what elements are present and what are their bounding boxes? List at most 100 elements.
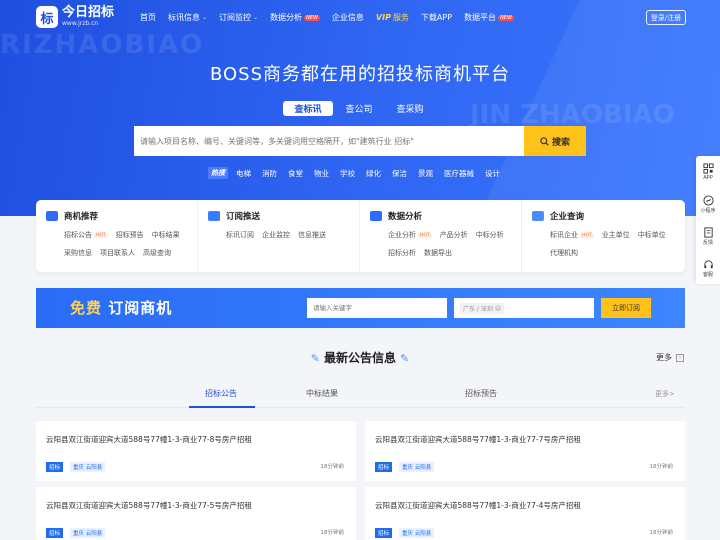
sidebar-item-customer-service[interactable]: 客服 [696,252,720,284]
sidebar-label: APP [703,175,713,181]
category-data-analysis: 数据分析 企业分析 HOT 产品分析 中标分析 招标分析 数据导出 [360,200,522,272]
type-tag: 招标 [46,528,64,538]
search-input[interactable] [134,126,524,156]
banner-title: 免费 订阅商机 [70,297,172,318]
cat-link[interactable]: 招标分析 [388,248,416,258]
cat-link[interactable]: 代理机构 [550,248,578,258]
tab-search-procurement[interactable]: 查采购 [385,101,435,116]
hot-word[interactable]: 景观 [418,168,433,179]
nav-subscribe-monitor[interactable]: 订阅监控 ⌄ [219,12,258,23]
hot-word[interactable]: 消防 [262,168,277,179]
nav-label: 标讯信息 [168,13,200,22]
cat-link[interactable]: 标讯订阅 [226,230,254,240]
tab-award-results[interactable]: 中标结果 [306,388,338,399]
hot-word[interactable]: 保洁 [392,168,407,179]
logo[interactable]: 标 今日招标 www.jrzb.cn [36,6,114,28]
region-select[interactable]: 广东 / 深圳 × [454,298,594,318]
sidebar-item-feedback[interactable]: 反馈 [696,220,720,252]
cat-link[interactable]: 项目联系人 [100,248,135,258]
cat-link[interactable]: 招标公告 HOT [64,230,108,240]
region-tag: 重庆 云阳县 [399,528,435,538]
hero-slogan: BOSS商务都在用的招投标商机平台 [209,64,511,85]
cat-link[interactable]: 企业分析 HOT [388,230,432,240]
category-title: 数据分析 [388,212,423,222]
list-item[interactable]: 云阳县双江街道迎宾大道588号77幢1-3-商业77-8号房产招租 招标 重庆 … [36,421,356,481]
tab-search-tenders[interactable]: 查标讯 [283,101,333,116]
main-nav: 首页 标讯信息 ⌄ 订阅监控 ⌄ 数据分析 NEW 企业信息 VIP 服务 下载APP … [140,12,526,23]
cat-link[interactable]: 采购信息 [64,248,92,258]
brand-name: 今日招标 [62,5,115,20]
timestamp: 18分钟前 [649,464,674,470]
cat-link[interactable]: 中标结果 [152,230,180,240]
subscribe-banner: 免费 订阅商机 广东 / 深圳 × 立即订阅 [36,288,685,328]
hot-word[interactable]: 食堂 [288,168,303,179]
nav-home[interactable]: 首页 [140,12,156,23]
announcement-title[interactable]: 云阳县双江街道迎宾大道588号77幢1-3-商业77-8号房产招租 [46,434,252,445]
list-item[interactable]: 云阳县双江街道迎宾大道588号77幢1-3-商业77-4号房产招租 招标 重庆 … [365,487,685,540]
hot-word[interactable]: 电梯 [236,168,251,179]
hot-badge: HOT [580,232,594,238]
hot-word[interactable]: 学校 [340,168,355,179]
category-header[interactable]: 数据分析 [370,210,521,222]
nav-label: 下载APP [420,13,453,22]
timestamp: 18分钟前 [320,530,345,536]
nav-vip-service[interactable]: VIP 服务 [376,12,409,23]
announcement-title[interactable]: 云阳县双江街道迎宾大道588号77幢1-3-商业77-5号房产招租 [46,500,252,511]
search-tabs: 查标讯 查公司 查采购 [283,101,436,116]
category-links: 标讯订阅 企业监控 信息推送 [208,230,359,248]
more-link[interactable]: 更多 › [656,352,684,363]
tab-tender-notice[interactable]: 招标公告 [205,388,237,399]
vip-label: 服务 [392,13,409,22]
cat-link[interactable]: 高级查询 [143,248,171,258]
headset-icon [703,259,713,268]
region-tag: 重庆 云阳县 [70,462,106,472]
nav-label: 订阅监控 [219,13,252,22]
hot-word[interactable]: 绿化 [366,168,381,179]
cat-link[interactable]: 业主单位 [602,230,630,240]
announcement-title[interactable]: 云阳县双江街道迎宾大道588号77幢1-3-商业77-7号房产招租 [375,434,581,445]
category-header[interactable]: 订阅推送 [208,210,359,222]
search-button[interactable]: 搜索 [524,126,586,156]
region-chip[interactable]: 广东 / 深圳 × [460,302,504,314]
keyword-input[interactable] [307,298,447,318]
category-header[interactable]: 企业查询 [532,210,684,222]
category-header[interactable]: 商机推荐 [46,210,197,222]
announcement-title[interactable]: 云阳县双江街道迎宾大道588号77幢1-3-商业77-4号房产招租 [375,500,581,511]
subscribe-button[interactable]: 立即订阅 [601,298,651,318]
list-item[interactable]: 云阳县双江街道迎宾大道588号77幢1-3-商业77-5号房产招租 招标 重庆 … [36,487,356,540]
cat-link[interactable]: 信息推送 [298,230,326,240]
cat-link[interactable]: 数据导出 [424,248,452,258]
sidebar-item-miniprogram[interactable]: 小程序 [696,188,720,220]
tab-tender-preview[interactable]: 招标预告 [465,388,497,399]
list-item[interactable]: 云阳县双江街道迎宾大道588号77幢1-3-商业77-7号房产招租 招标 重庆 … [365,421,685,481]
nav-data-platform[interactable]: 数据平台 NEW [464,12,514,23]
brand-url: www.jrzb.cn [62,20,99,27]
login-register-button[interactable]: 登录/注册 [646,10,686,25]
nav-download-app[interactable]: 下载APP [421,12,452,23]
cat-link[interactable]: 产品分析 [440,230,468,240]
close-icon[interactable]: × [494,305,501,311]
vip-mark: VIP [375,13,391,22]
cat-link[interactable]: 招标预告 [116,230,144,240]
cat-link[interactable]: 标讯企业 HOT [550,230,594,240]
feedback-icon [703,226,713,238]
tabs-more-link[interactable]: 更多> [655,389,675,399]
type-tag: 招标 [375,462,393,472]
sidebar-label: 客服 [702,271,713,278]
cat-link[interactable]: 中标分析 [476,230,504,240]
hot-word[interactable]: 医疗器械 [444,168,474,179]
logo-text: 今日招标 www.jrzb.cn [62,6,114,28]
nav-label: 企业信息 [331,13,364,22]
banner-title-rest: 订阅商机 [102,299,173,317]
nav-company-info[interactable]: 企业信息 [332,12,364,23]
hot-word[interactable]: 设计 [485,168,500,179]
sidebar-label: 小程序 [700,207,716,214]
nav-tender-info[interactable]: 标讯信息 ⌄ [168,12,207,23]
sidebar-item-app[interactable]: APP [696,156,720,188]
cat-link[interactable]: 企业监控 [262,230,290,240]
active-tab-indicator [189,406,255,408]
tab-search-companies[interactable]: 查公司 [334,101,384,116]
hot-word[interactable]: 物业 [314,168,329,179]
nav-data-analysis[interactable]: 数据分析 NEW [270,12,320,23]
cat-link[interactable]: 中标单位 [638,230,666,240]
